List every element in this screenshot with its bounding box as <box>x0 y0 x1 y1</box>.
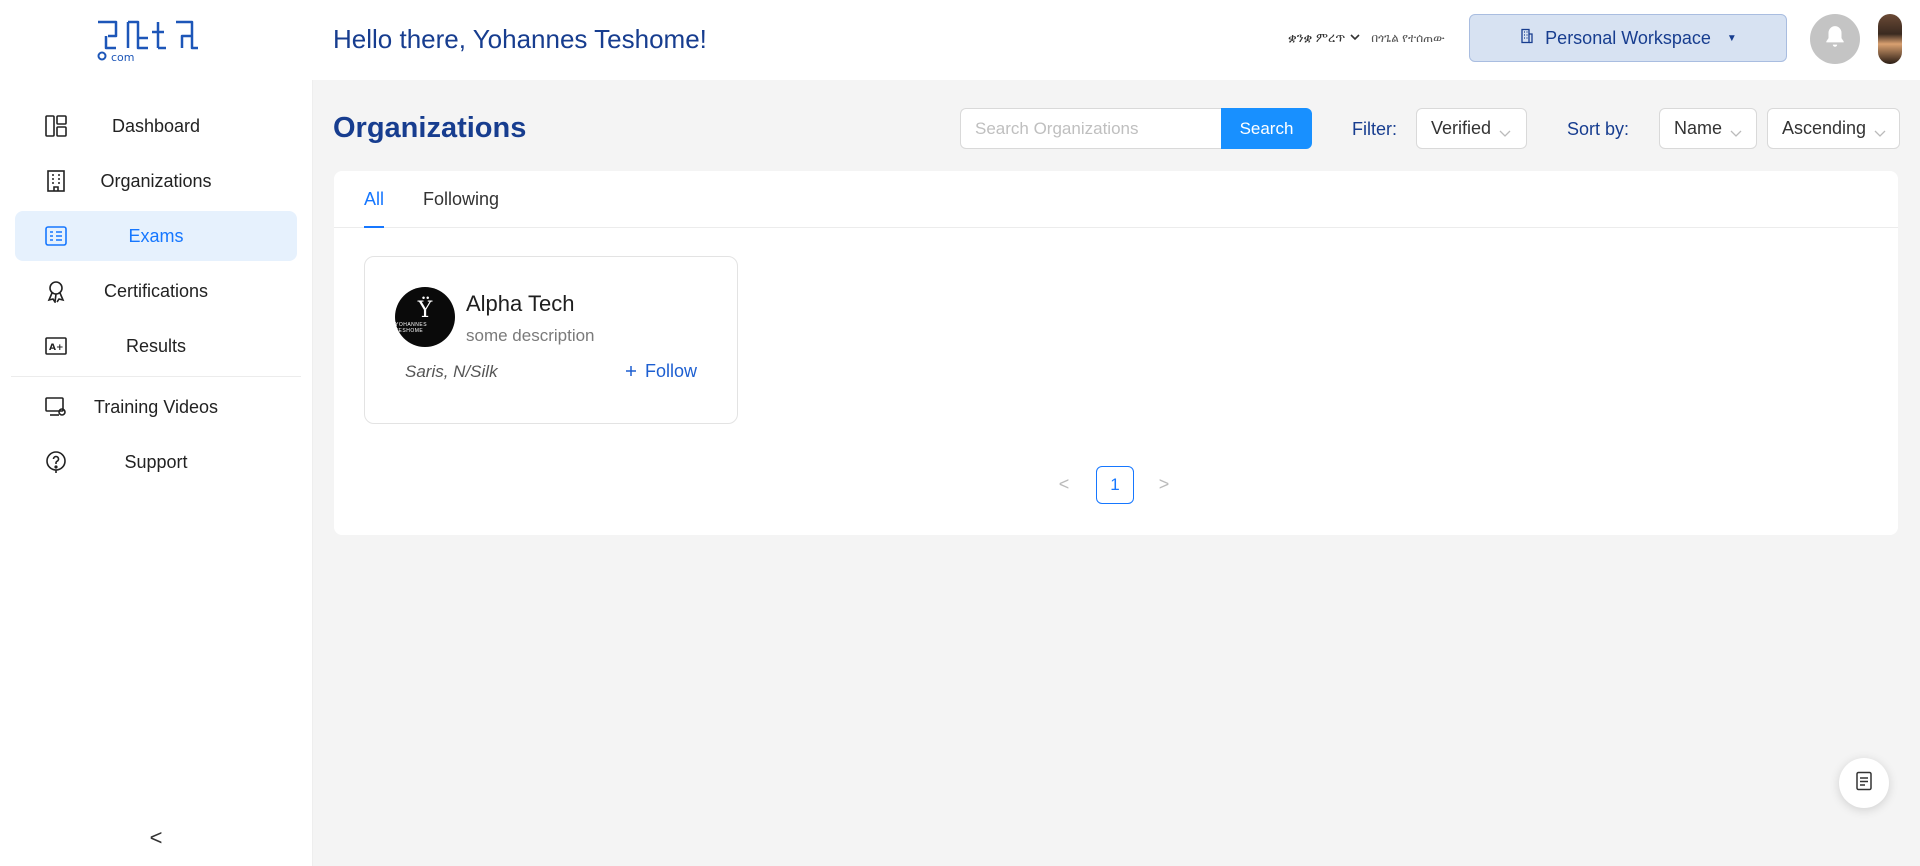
next-page-button[interactable]: > <box>1154 474 1174 498</box>
sidebar-item-label: Dashboard <box>111 115 201 136</box>
tab-bar: All Following <box>334 171 1898 228</box>
sidebar-item-organizations[interactable]: Organizations <box>15 156 297 206</box>
chevron-down-icon <box>1730 123 1742 137</box>
chevron-down-icon <box>1499 123 1511 137</box>
search-button[interactable]: Search <box>1221 108 1312 149</box>
sidebar-item-support[interactable]: Support <box>15 437 297 487</box>
nav-divider <box>11 376 301 377</box>
sidebar-item-results[interactable]: A+ Results <box>15 321 297 371</box>
sidebar-item-label: Exams <box>128 225 184 246</box>
organizations-panel: All Following Ϋ YOHANNES TESHOME Alpha T… <box>334 171 1898 535</box>
sidebar-item-exams[interactable]: Exams <box>15 211 297 261</box>
chevron-down-icon <box>1874 123 1886 137</box>
tab-all[interactable]: All <box>364 189 385 228</box>
notifications-button[interactable] <box>1810 14 1860 64</box>
page-title: Organizations <box>333 112 527 144</box>
svg-text:com: com <box>111 51 135 64</box>
sidebar-nav: Dashboard Organizations Exams Certificat… <box>11 101 301 492</box>
language-hint: በጎጌል የተሰጠው <box>1371 30 1445 45</box>
follow-label: Follow <box>645 361 698 381</box>
sort-field-select[interactable]: Name <box>1659 108 1757 149</box>
organization-name: Alpha Tech <box>466 291 575 316</box>
sidebar: com Dashboard Organizations Exams Certif… <box>0 0 313 866</box>
top-header: Hello there, Yohannes Teshome! ቋንቋ ምረጥ በ… <box>312 0 1920 80</box>
prev-page-button[interactable]: < <box>1054 474 1074 498</box>
caret-down-icon: ▼ <box>1726 32 1737 44</box>
sidebar-item-training-videos[interactable]: Training Videos <box>15 382 297 432</box>
organization-card[interactable]: Ϋ YOHANNES TESHOME Alpha Tech some descr… <box>364 256 738 424</box>
tab-following[interactable]: Following <box>423 189 499 226</box>
collapse-sidebar-button[interactable]: < <box>146 826 166 850</box>
sidebar-item-label: Support <box>124 451 188 472</box>
greeting-text: Hello there, Yohannes Teshome! <box>333 24 707 54</box>
search-input[interactable] <box>960 108 1222 149</box>
workspace-switcher[interactable]: Personal Workspace ▼ <box>1469 14 1787 62</box>
organization-location: Saris, N/Silk <box>405 362 498 381</box>
app-logo[interactable]: com <box>94 14 220 66</box>
follow-button[interactable]: Follow <box>625 361 697 382</box>
sort-order-select[interactable]: Ascending <box>1767 108 1900 149</box>
document-icon <box>1855 771 1873 796</box>
workspace-label: Personal Workspace <box>1545 27 1711 48</box>
floating-action-button[interactable] <box>1839 758 1889 808</box>
sidebar-item-dashboard[interactable]: Dashboard <box>15 101 297 151</box>
sidebar-item-label: Results <box>125 335 187 356</box>
filter-value: Verified <box>1431 118 1492 138</box>
language-selector[interactable]: ቋንቋ ምረጥ በጎጌል የተሰጠው <box>1288 30 1445 46</box>
sort-label: Sort by: <box>1567 119 1630 139</box>
sidebar-item-label: Organizations <box>100 170 212 191</box>
filter-select[interactable]: Verified <box>1416 108 1527 149</box>
sidebar-item-certifications[interactable]: Certifications <box>15 266 297 316</box>
language-label: ቋንቋ ምረጥ <box>1288 30 1346 45</box>
chevron-down-icon <box>1349 31 1361 46</box>
sort-field-value: Name <box>1674 118 1723 138</box>
bell-icon <box>1822 24 1848 55</box>
organization-description: some description <box>466 326 595 345</box>
avatar[interactable] <box>1878 14 1902 64</box>
page-number-1[interactable]: 1 <box>1096 466 1134 504</box>
logo-text: YOHANNES TESHOME <box>395 322 428 334</box>
organization-logo: Ϋ YOHANNES TESHOME <box>395 287 455 347</box>
plus-icon <box>625 361 637 382</box>
sort-order-value: Ascending <box>1782 118 1867 138</box>
logo-mark: Ϋ <box>417 298 433 323</box>
filter-label: Filter: <box>1352 119 1397 139</box>
sidebar-item-label: Training Videos <box>93 396 219 417</box>
building-icon <box>1519 28 1535 49</box>
sidebar-item-label: Certifications <box>103 280 209 301</box>
